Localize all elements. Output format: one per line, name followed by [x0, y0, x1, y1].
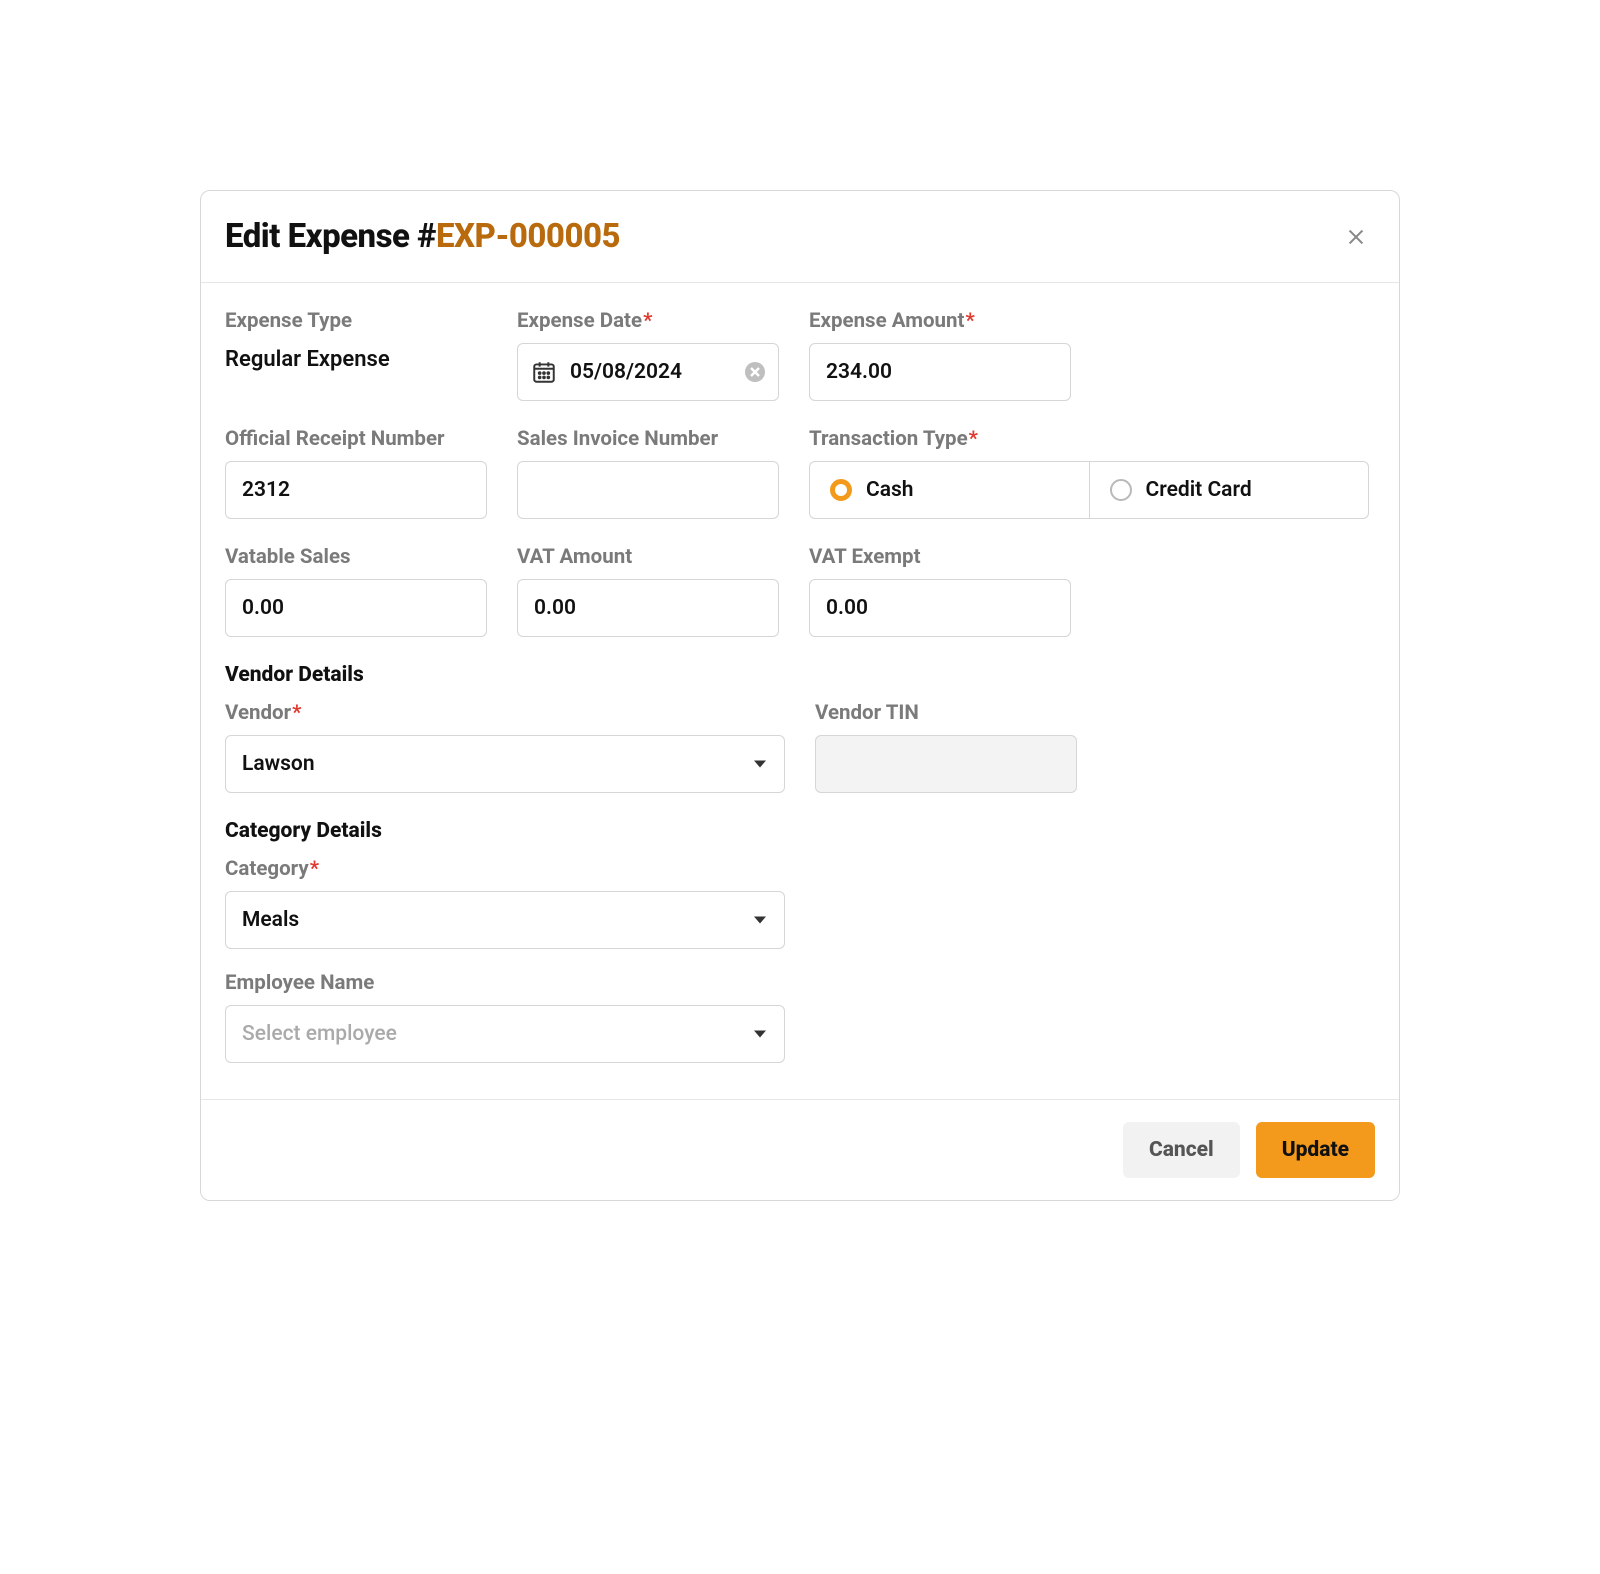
vat-exempt-group: VAT Exempt	[809, 545, 1071, 637]
radio-dot-icon	[830, 479, 852, 501]
transaction-type-radio-group: Cash Credit Card	[809, 461, 1369, 519]
category-group: Category* Meals	[225, 857, 785, 949]
vendor-tin-label: Vendor TIN	[815, 701, 1077, 725]
transaction-type-label: Transaction Type*	[809, 427, 1369, 451]
vat-amount-group: VAT Amount	[517, 545, 779, 637]
employee-name-group: Employee Name Select employee	[225, 971, 785, 1063]
vendor-tin-input	[815, 735, 1077, 793]
caret-down-icon	[754, 761, 766, 768]
official-receipt-label: Official Receipt Number	[225, 427, 487, 451]
category-label: Category*	[225, 857, 785, 881]
vat-exempt-label: VAT Exempt	[809, 545, 1071, 569]
expense-date-label: Expense Date*	[517, 309, 779, 333]
sales-invoice-label: Sales Invoice Number	[517, 427, 779, 451]
clear-date-icon[interactable]	[745, 362, 765, 382]
vendor-tin-group: Vendor TIN	[815, 701, 1077, 793]
employee-select[interactable]: Select employee	[225, 1005, 785, 1063]
title-prefix: Edit Expense #	[225, 217, 436, 256]
modal-body: Expense Type Regular Expense Expense Dat…	[201, 283, 1399, 1099]
edit-expense-modal: Edit Expense #EXP-000005 Expense Type Re…	[200, 190, 1400, 1201]
modal-header: Edit Expense #EXP-000005	[201, 191, 1399, 283]
official-receipt-input[interactable]	[225, 461, 487, 519]
transaction-type-cash[interactable]: Cash	[810, 462, 1089, 518]
expense-type-group: Expense Type Regular Expense	[225, 309, 487, 401]
category-details-heading: Category Details	[225, 819, 1375, 843]
vatable-sales-group: Vatable Sales	[225, 545, 487, 637]
radio-dot-icon	[1110, 479, 1132, 501]
sales-invoice-group: Sales Invoice Number	[517, 427, 779, 519]
cancel-button[interactable]: Cancel	[1123, 1122, 1240, 1178]
update-button[interactable]: Update	[1256, 1122, 1375, 1178]
modal-footer: Cancel Update	[201, 1099, 1399, 1200]
vat-amount-label: VAT Amount	[517, 545, 779, 569]
expense-amount-input[interactable]	[809, 343, 1071, 401]
expense-type-value: Regular Expense	[225, 343, 487, 372]
vat-amount-input[interactable]	[517, 579, 779, 637]
vendor-details-heading: Vendor Details	[225, 663, 1375, 687]
expense-date-input-wrap	[517, 343, 779, 401]
vendor-select-value: Lawson	[242, 752, 315, 776]
vendor-group: Vendor* Lawson	[225, 701, 785, 793]
vatable-sales-input[interactable]	[225, 579, 487, 637]
category-select-value: Meals	[242, 908, 299, 932]
modal-title: Edit Expense #EXP-000005	[225, 217, 620, 256]
expense-date-group: Expense Date*	[517, 309, 779, 401]
official-receipt-group: Official Receipt Number	[225, 427, 487, 519]
expense-type-label: Expense Type	[225, 309, 487, 333]
close-icon[interactable]	[1343, 224, 1369, 250]
vendor-select[interactable]: Lawson	[225, 735, 785, 793]
transaction-type-group: Transaction Type* Cash Credit Card	[809, 427, 1369, 519]
expense-amount-group: Expense Amount*	[809, 309, 1071, 401]
radio-label-credit: Credit Card	[1146, 478, 1252, 502]
employee-select-placeholder: Select employee	[242, 1022, 397, 1046]
caret-down-icon	[754, 1031, 766, 1038]
expense-date-input[interactable]	[517, 343, 779, 401]
employee-name-label: Employee Name	[225, 971, 785, 995]
expense-id: EXP-000005	[436, 217, 620, 256]
radio-label-cash: Cash	[866, 478, 914, 502]
expense-amount-label: Expense Amount*	[809, 309, 1071, 333]
category-select[interactable]: Meals	[225, 891, 785, 949]
sales-invoice-input[interactable]	[517, 461, 779, 519]
transaction-type-credit-card[interactable]: Credit Card	[1089, 462, 1369, 518]
vatable-sales-label: Vatable Sales	[225, 545, 487, 569]
caret-down-icon	[754, 917, 766, 924]
vendor-label: Vendor*	[225, 701, 785, 725]
vat-exempt-input[interactable]	[809, 579, 1071, 637]
